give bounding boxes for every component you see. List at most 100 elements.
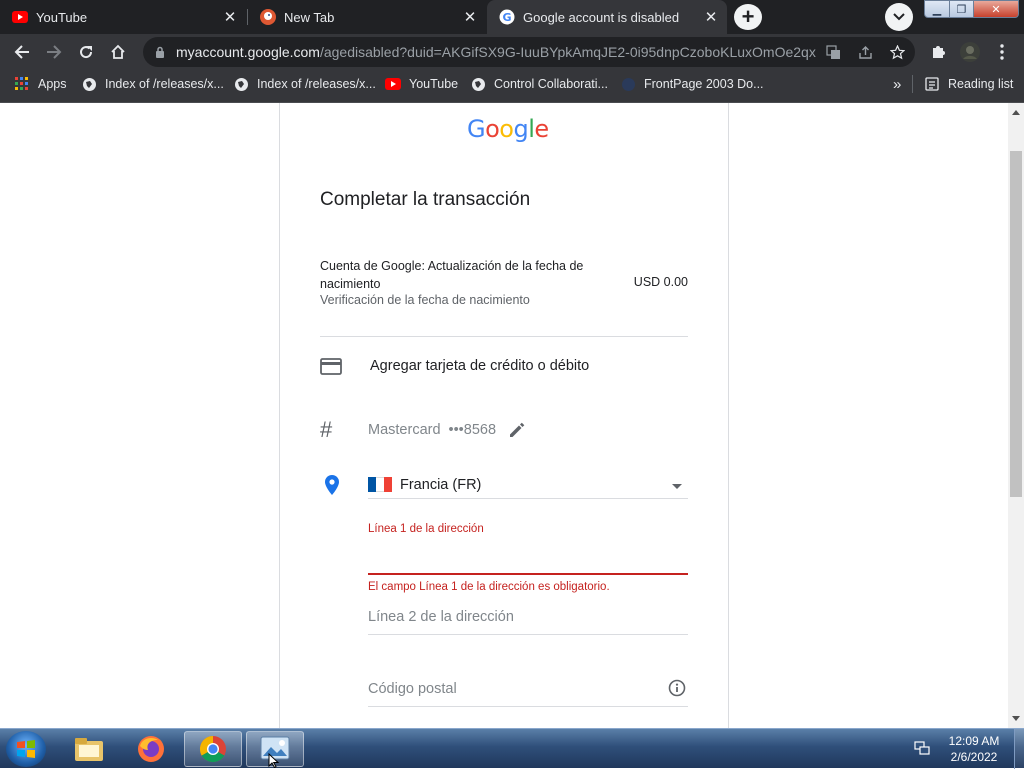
duckduckgo-icon (260, 9, 276, 25)
bookmark-youtube[interactable]: YouTube (385, 70, 458, 98)
info-icon[interactable] (668, 679, 686, 702)
country-value: Francia (FR) (400, 476, 482, 493)
country-row: Francia (FR) (320, 471, 688, 499)
scroll-down-arrow-icon[interactable] (1012, 716, 1020, 721)
bookmarks-divider (912, 75, 913, 93)
address-line1-input[interactable]: Línea 1 de la dirección (368, 523, 688, 575)
taskbar-chrome[interactable] (184, 731, 242, 767)
bookmark-control-collaboration[interactable]: Control Collaborati... (470, 70, 608, 98)
address-line1-error: El campo Línea 1 de la dirección es obli… (368, 581, 610, 593)
france-flag-icon (368, 477, 392, 492)
tab-new-tab[interactable]: New Tab ✕ (248, 0, 486, 34)
logo-text: Google (467, 115, 549, 143)
page-title: Completar la transacción (320, 189, 531, 210)
saved-card-row[interactable]: # Mastercard •••8568 (320, 417, 688, 443)
address-line1-label: Línea 1 de la dirección (368, 523, 484, 535)
bookmark-label: Index of /releases/x... (257, 77, 376, 91)
hash-icon: # (320, 417, 333, 442)
scrollbar-thumb[interactable] (1010, 151, 1022, 497)
address-line2-input[interactable]: Línea 2 de la dirección (368, 607, 688, 635)
reading-list-button[interactable]: Reading list (924, 70, 1013, 98)
forward-button[interactable] (40, 38, 68, 66)
bookmark-index-releases-1[interactable]: Index of /releases/x... (81, 70, 224, 98)
reading-list-icon (924, 76, 940, 92)
bookmarks-overflow-button[interactable]: » (893, 70, 901, 98)
lock-icon[interactable] (153, 46, 167, 59)
card-masked-number: •••8568 (448, 422, 497, 438)
share-icon[interactable] (857, 44, 873, 60)
avatar (960, 42, 980, 62)
location-pin-icon (325, 475, 339, 500)
taskbar-file-explorer[interactable] (60, 731, 118, 767)
youtube-icon (12, 9, 28, 25)
new-tab-button[interactable]: + (734, 4, 762, 30)
close-tab-icon[interactable]: ✕ (701, 7, 721, 27)
bookmark-label: YouTube (409, 77, 459, 91)
translate-icon[interactable] (825, 44, 841, 60)
google-logo: Google (467, 115, 549, 143)
globe-icon (233, 76, 249, 92)
bookmark-label: FrontPage 2003 Do... (644, 77, 764, 91)
postal-code-input[interactable]: Código postal (368, 679, 688, 707)
card-brand: Mastercard (368, 422, 441, 438)
reload-icon (80, 46, 93, 59)
scroll-up-arrow-icon[interactable] (1012, 110, 1020, 115)
extensions-button[interactable] (924, 38, 952, 66)
close-window-button[interactable]: ✕ (973, 0, 1019, 18)
network-tray-icon[interactable] (914, 741, 930, 760)
edit-pencil-icon[interactable] (508, 421, 526, 439)
back-button[interactable] (8, 38, 36, 66)
puzzle-icon (933, 46, 945, 58)
address-line2-placeholder: Línea 2 de la dirección (368, 609, 514, 625)
close-tab-icon[interactable]: ✕ (220, 7, 240, 27)
start-button[interactable] (6, 731, 46, 767)
chevron-down-icon (893, 13, 905, 21)
tab-google-account[interactable]: G Google account is disabled ✕ (487, 0, 727, 34)
frontpage-icon (620, 76, 636, 92)
add-card-button[interactable]: Agregar tarjeta de crédito o débito (320, 353, 688, 379)
bookmark-frontpage[interactable]: FrontPage 2003 Do... (620, 70, 764, 98)
tab-title: YouTube (36, 9, 88, 25)
clock-time: 12:09 AM (948, 734, 1000, 748)
bookmark-index-releases-2[interactable]: Index of /releases/x... (233, 70, 376, 98)
postal-code-placeholder: Código postal (368, 681, 457, 697)
close-tab-icon[interactable]: ✕ (460, 7, 480, 27)
checkout-card: Google Completar la transacción Cuenta d… (279, 103, 729, 728)
taskbar-firefox[interactable] (122, 731, 180, 767)
browser-toolbar: myaccount.google.com/agedisabled?duid=AK… (0, 34, 1024, 70)
arrow-right-icon (47, 45, 62, 59)
mouse-cursor-icon (268, 753, 280, 768)
tab-youtube[interactable]: YouTube ✕ (0, 0, 246, 34)
add-card-label: Agregar tarjeta de crédito o débito (370, 358, 590, 374)
globe-icon (81, 76, 97, 92)
page-scrollbar[interactable] (1008, 103, 1024, 728)
system-clock[interactable]: 12:09 AM 2/6/2022 (940, 733, 1008, 765)
reload-button[interactable] (72, 38, 100, 66)
minimize-button[interactable]: ▁ (924, 0, 950, 18)
file-explorer-icon (75, 738, 103, 761)
url-text[interactable]: myaccount.google.com/agedisabled?duid=AK… (176, 44, 816, 60)
restore-button[interactable]: ❐ (949, 0, 974, 18)
show-desktop-button[interactable] (1014, 729, 1024, 769)
tab-title: Google account is disabled (523, 9, 680, 25)
bookmark-label: Control Collaborati... (494, 77, 608, 91)
credit-card-icon (320, 357, 348, 375)
clock-date: 2/6/2022 (950, 750, 998, 764)
reading-list-label: Reading list (948, 77, 1014, 91)
purchase-item-name: Cuenta de Google: Actualización de la fe… (320, 259, 584, 291)
bookmark-apps[interactable]: Apps (14, 70, 67, 98)
home-icon (111, 44, 125, 59)
address-bar[interactable]: myaccount.google.com/agedisabled?duid=AK… (143, 37, 915, 67)
profile-button[interactable] (956, 38, 984, 66)
youtube-icon (385, 76, 401, 92)
menu-button[interactable] (988, 38, 1016, 66)
country-select[interactable]: Francia (FR) (368, 471, 688, 499)
home-button[interactable] (104, 38, 132, 66)
tab-search-button[interactable] (885, 3, 913, 31)
windows-logo-icon (17, 740, 35, 758)
globe-icon (470, 76, 486, 92)
bookmark-star-icon[interactable] (889, 44, 905, 60)
firefox-icon (138, 736, 164, 762)
bookmark-label: Apps (38, 77, 67, 91)
svg-text:G: G (502, 11, 511, 24)
